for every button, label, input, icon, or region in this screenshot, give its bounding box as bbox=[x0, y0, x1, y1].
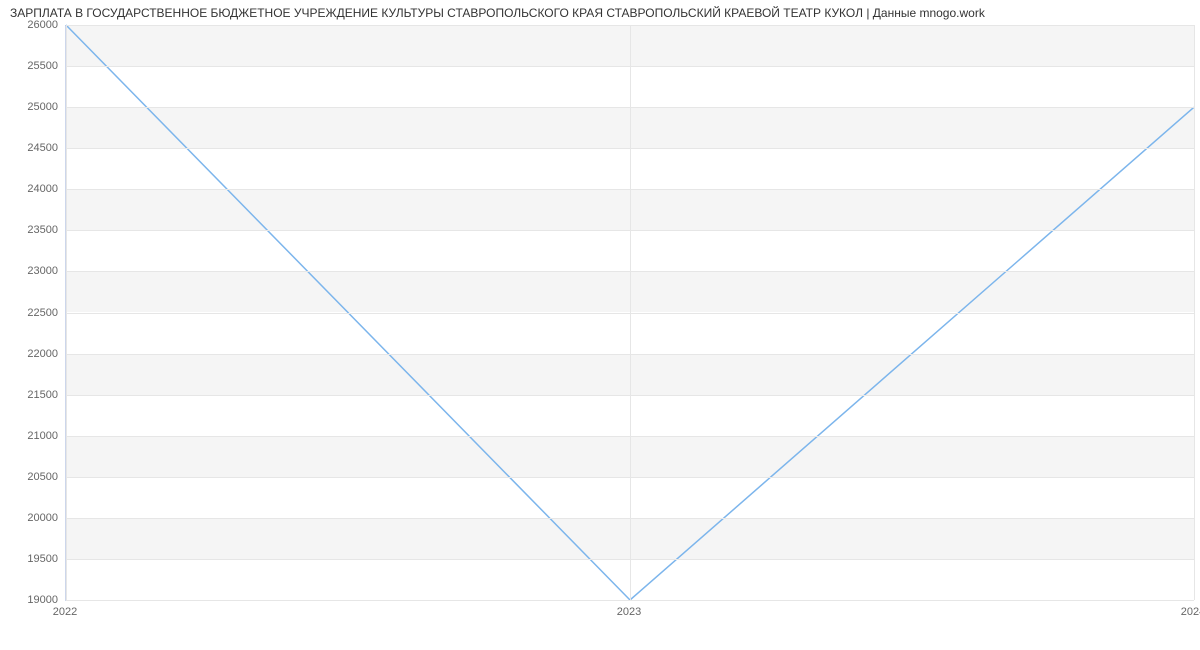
h-gridline bbox=[66, 600, 1194, 601]
salary-line-chart: ЗАРПЛАТА В ГОСУДАРСТВЕННОЕ БЮДЖЕТНОЕ УЧР… bbox=[0, 0, 1200, 650]
x-tick-label: 2022 bbox=[53, 606, 77, 618]
y-tick-label: 23000 bbox=[8, 265, 58, 277]
y-tick-label: 23500 bbox=[8, 224, 58, 236]
y-tick-label: 26000 bbox=[8, 19, 58, 31]
chart-title: ЗАРПЛАТА В ГОСУДАРСТВЕННОЕ БЮДЖЕТНОЕ УЧР… bbox=[10, 6, 1198, 20]
y-tick-label: 19000 bbox=[8, 594, 58, 606]
y-tick-label: 22000 bbox=[8, 348, 58, 360]
y-tick-label: 20500 bbox=[8, 471, 58, 483]
y-tick-label: 21500 bbox=[8, 389, 58, 401]
y-tick-label: 24000 bbox=[8, 183, 58, 195]
y-tick-label: 19500 bbox=[8, 553, 58, 565]
y-tick-label: 24500 bbox=[8, 142, 58, 154]
x-tick-label: 2023 bbox=[617, 606, 641, 618]
y-tick-label: 25000 bbox=[8, 101, 58, 113]
y-tick-label: 22500 bbox=[8, 307, 58, 319]
y-tick-label: 21000 bbox=[8, 430, 58, 442]
y-tick-label: 20000 bbox=[8, 512, 58, 524]
x-tick-label: 2024 bbox=[1181, 606, 1200, 618]
y-tick-label: 25500 bbox=[8, 60, 58, 72]
v-gridline bbox=[1194, 25, 1195, 600]
v-gridline bbox=[66, 25, 67, 600]
v-gridline bbox=[630, 25, 631, 600]
plot-area bbox=[65, 25, 1194, 601]
